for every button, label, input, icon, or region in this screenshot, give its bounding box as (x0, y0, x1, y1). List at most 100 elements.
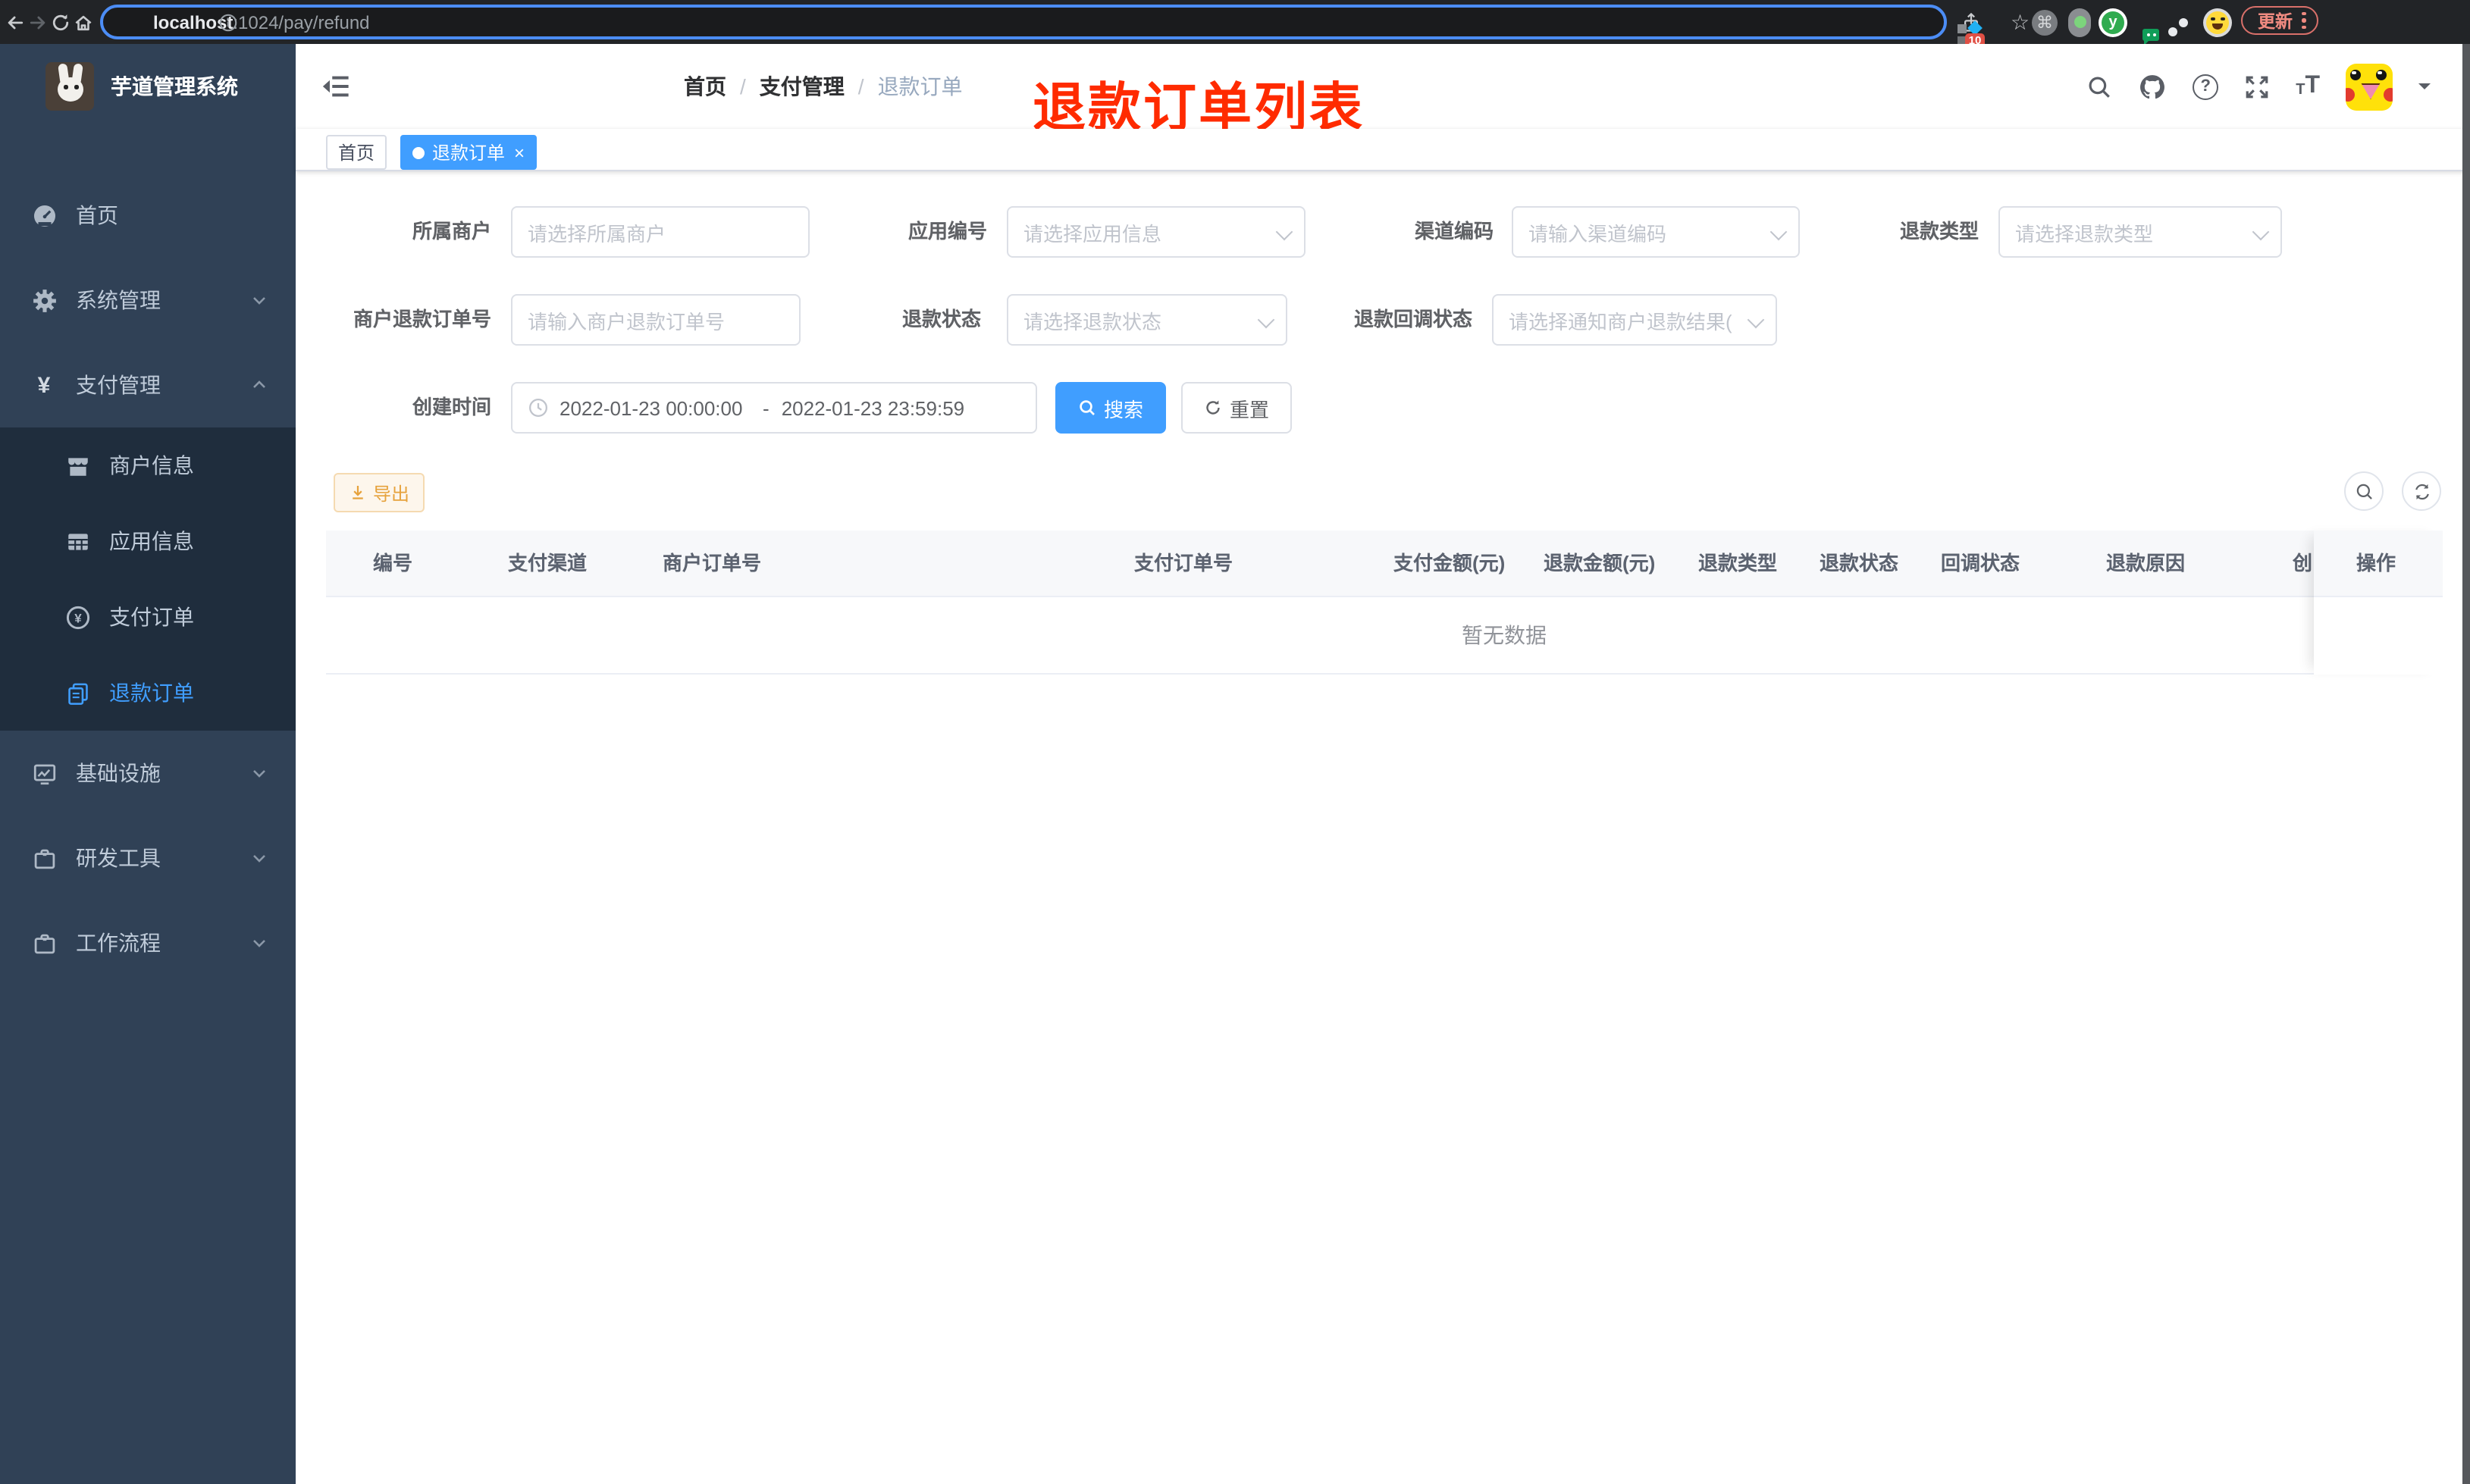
chevron-down-icon (1769, 223, 1788, 241)
help-icon[interactable]: ? (2193, 74, 2219, 99)
chevron-down-icon (1257, 311, 1275, 329)
browser-update-button[interactable]: 更新 (2241, 6, 2318, 35)
label-create-time: 创建时间 (412, 396, 491, 418)
app-title: 芋道管理系统 (111, 74, 238, 99)
dashboard-icon (30, 202, 58, 228)
breadcrumb: 首页 / 支付管理 / 退款订单 (684, 44, 963, 129)
col-pay-amount: 支付金额(元) (1393, 552, 1506, 575)
briefcase-icon (30, 930, 58, 956)
extension-emoji-icon[interactable] (2203, 8, 2232, 36)
fullscreen-icon[interactable] (2244, 74, 2270, 99)
sidebar-item-pay[interactable]: ¥ 支付管理 (0, 343, 296, 427)
info-icon[interactable] (218, 12, 238, 32)
refresh-table-button[interactable] (2402, 471, 2441, 511)
browser-menu-icon[interactable] (2302, 11, 2305, 30)
pay-submenu: 商户信息 应用信息 ¥ 支付订单 退款订单 (0, 427, 296, 731)
sidebar-item-app-info[interactable]: 应用信息 (0, 503, 296, 579)
sidebar-item-home[interactable]: 首页 (0, 173, 296, 258)
label-refund-type: 退款类型 (1899, 220, 1979, 243)
briefcase-icon (30, 845, 58, 871)
label-merchant-refund-no: 商户退款订单号 (353, 308, 491, 330)
col-channel: 支付渠道 (508, 552, 588, 575)
url-bar[interactable]: localhost:1024/pay/refund ☆ (100, 5, 2030, 39)
chevron-down-icon (250, 764, 268, 782)
sidebar-item-dev-tools[interactable]: 研发工具 (0, 816, 296, 900)
avatar[interactable] (2346, 63, 2393, 110)
export-button[interactable]: 导出 (334, 473, 425, 512)
refresh-icon (1206, 400, 1220, 415)
extension-y-icon[interactable]: y (2099, 8, 2127, 36)
logo-image (45, 62, 94, 111)
extension-command-icon[interactable]: ⌘ (2032, 9, 2058, 35)
close-icon[interactable]: × (514, 143, 525, 161)
app-select[interactable]: 请选择应用信息 (1007, 206, 1306, 258)
empty-text: 暂无数据 (1462, 623, 1547, 647)
refund-type-select[interactable]: 请选择退款类型 (1998, 206, 2282, 258)
grid-icon (64, 528, 91, 554)
label-merchant: 所属商户 (412, 220, 491, 243)
col-callback-status: 回调状态 (1941, 552, 2020, 575)
font-size-icon[interactable]: TT (2296, 74, 2320, 99)
refund-status-select[interactable]: 请选择退款状态 (1007, 294, 1287, 346)
update-label: 更新 (2258, 13, 2293, 31)
notify-status-select[interactable]: 请选择通知商户退款结果( (1492, 294, 1777, 346)
col-id: 编号 (373, 552, 413, 575)
monitor-chart-icon (30, 760, 58, 786)
merchant-select[interactable]: 请选择所属商户 (511, 206, 810, 258)
search-button[interactable]: 搜索 (1055, 382, 1166, 434)
forward-icon[interactable] (27, 11, 49, 33)
sidebar-item-workflow[interactable]: 工作流程 (0, 900, 296, 985)
yen-icon: ¥ (37, 372, 51, 398)
col-refund-reason: 退款原因 (2106, 552, 2186, 575)
col-actions: 操作 (2356, 552, 2396, 575)
merchant-refund-no-input[interactable]: 请输入商户退款订单号 (511, 294, 801, 346)
search-icon (2356, 483, 2371, 499)
yen-circle-icon: ¥ (64, 604, 91, 630)
end-date-value: 2022-01-23 23:59:59 (781, 396, 965, 419)
start-date-value: 2022-01-23 00:00:00 (560, 396, 743, 419)
label-notify-status: 退款回调状态 (1353, 308, 1472, 330)
search-icon (1080, 400, 1095, 415)
toggle-search-button[interactable] (2344, 471, 2384, 511)
sidebar-item-merchant-info[interactable]: 商户信息 (0, 427, 296, 503)
table-fixed-column: 操作 (2314, 531, 2443, 675)
back-icon[interactable] (5, 11, 26, 33)
reset-button[interactable]: 重置 (1181, 382, 1292, 434)
chevron-up-icon (250, 376, 268, 394)
create-time-range-picker[interactable]: 2022-01-23 00:00:00 - 2022-01-23 23:59:5… (511, 382, 1037, 434)
sidebar-item-pay-order[interactable]: ¥ 支付订单 (0, 579, 296, 655)
screen: localhost:1024/pay/refund ☆ 10 ⌘ y 更新 芋… (0, 0, 2470, 1484)
extension-oval-icon[interactable] (2068, 8, 2091, 36)
channel-select[interactable]: 请输入渠道编码 (1512, 206, 1800, 258)
browser-toolbar: localhost:1024/pay/refund ☆ 10 ⌘ y 更新 (0, 0, 2470, 48)
col-refund-type: 退款类型 (1698, 552, 1778, 575)
sidebar-item-infra[interactable]: 基础设施 (0, 731, 296, 816)
search-icon[interactable] (2086, 74, 2112, 99)
scrollbar[interactable] (2462, 44, 2470, 1484)
chevron-down-icon (250, 849, 268, 867)
tab-refund-order[interactable]: 退款订单 × (400, 135, 538, 170)
chevron-down-icon (250, 934, 268, 952)
svg-text:¥: ¥ (74, 610, 81, 625)
reload-icon[interactable] (50, 11, 71, 33)
download-icon (353, 486, 363, 499)
sidebar: 芋道管理系统 首页 系统管理 ¥ 支付管理 商户信息 应用信息 ¥ 支付订单 退… (0, 44, 296, 1484)
chevron-down-icon (250, 291, 268, 309)
github-icon[interactable] (2138, 72, 2167, 101)
navbar: 首页 / 支付管理 / 退款订单 ? TT (296, 44, 2470, 129)
document-icon (64, 680, 91, 706)
avatar-caret-icon[interactable] (2418, 83, 2431, 95)
label-app: 应用编号 (907, 220, 987, 243)
col-pay-order-no: 支付订单号 (1134, 552, 1233, 575)
bookmark-star-icon[interactable]: ☆ (2011, 9, 2030, 35)
sidebar-item-refund-order[interactable]: 退款订单 (0, 655, 296, 731)
sidebar-logo[interactable]: 芋道管理系统 (0, 44, 296, 129)
tags-bar: 首页 退款订单 × (296, 129, 2470, 171)
sidebar-item-system[interactable]: 系统管理 (0, 258, 296, 343)
home-icon[interactable] (73, 11, 94, 33)
breadcrumb-home[interactable]: 首页 (684, 71, 726, 102)
tab-home[interactable]: 首页 (326, 135, 387, 170)
gear-icon (30, 287, 58, 313)
breadcrumb-pay[interactable]: 支付管理 (760, 71, 845, 102)
sidebar-fold-icon[interactable] (321, 72, 350, 101)
